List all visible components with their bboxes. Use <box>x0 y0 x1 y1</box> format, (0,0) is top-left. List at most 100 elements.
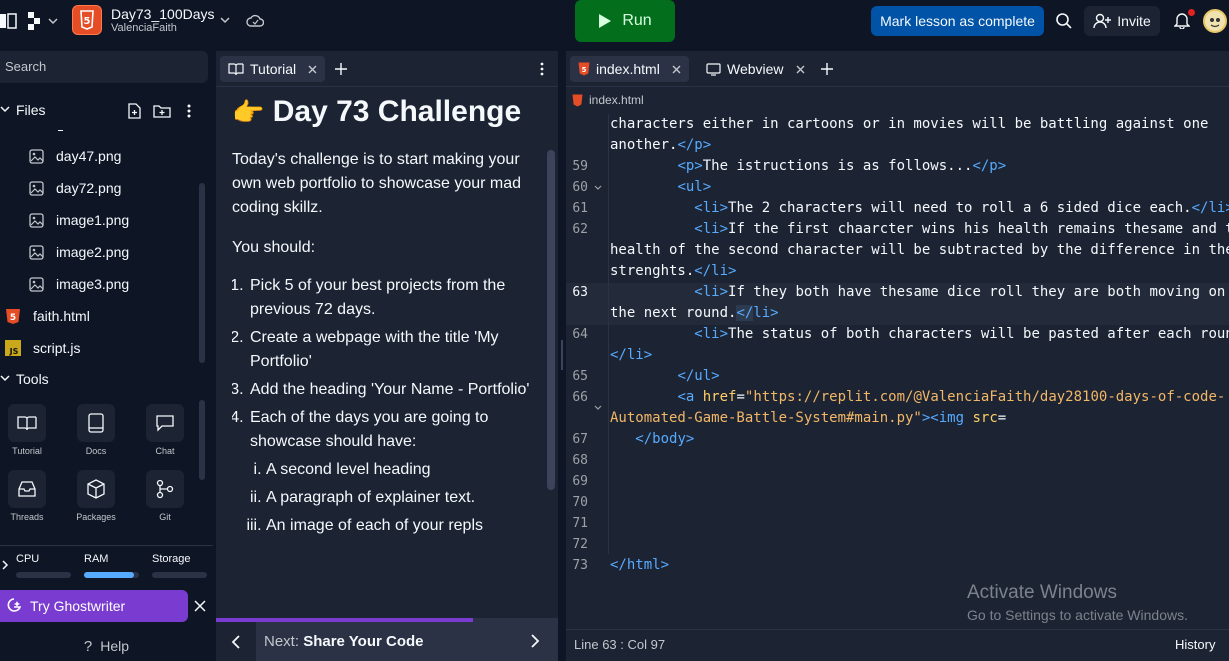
truncated-file-marker <box>58 130 63 131</box>
new-folder-icon[interactable] <box>153 103 171 119</box>
cloud-sync-icon[interactable] <box>246 13 264 29</box>
add-tab-icon[interactable] <box>820 62 834 76</box>
repl-owner[interactable]: ValenciaFaith <box>111 22 177 34</box>
sidebar-toggle-icon[interactable] <box>0 12 18 30</box>
tool-label: Docs <box>85 446 107 456</box>
file-name: script.js <box>33 340 81 356</box>
line-number: 72 <box>572 537 588 552</box>
file-item[interactable]: image1.png <box>0 204 200 236</box>
file-item[interactable]: JS script.js <box>0 332 200 364</box>
file-item[interactable]: image3.png <box>0 268 200 300</box>
run-button[interactable]: Run <box>575 0 675 42</box>
tutorial-scrollbar[interactable] <box>547 150 555 490</box>
fold-chevron-icon[interactable] <box>594 405 602 411</box>
breadcrumb[interactable]: index.html <box>572 93 644 107</box>
chevron-right-icon[interactable] <box>530 634 540 648</box>
cpu-label: CPU <box>16 553 40 565</box>
close-icon[interactable] <box>194 600 206 612</box>
close-icon[interactable] <box>308 65 317 74</box>
tool-threads[interactable] <box>8 470 46 508</box>
file-name: day72.png <box>56 180 122 196</box>
tab-tutorial[interactable]: Tutorial <box>220 56 326 82</box>
tools-section-title[interactable]: Tools <box>16 371 49 387</box>
code-line: <li>The 2 characters will need to roll a… <box>694 200 1229 216</box>
tool-docs[interactable] <box>77 404 115 442</box>
invite-button[interactable]: Invite <box>1084 6 1160 36</box>
chevron-down-icon[interactable] <box>48 16 58 26</box>
step-text: Each of the days you are going to showca… <box>250 409 489 450</box>
line-number: 66 <box>572 390 588 405</box>
tool-git[interactable] <box>146 470 184 508</box>
tab-index-html[interactable]: 5 index.html <box>570 56 689 82</box>
tab-label: Webview <box>727 61 784 77</box>
try-ghostwriter-button[interactable]: Try Ghostwriter <box>0 590 188 622</box>
close-icon[interactable] <box>672 65 681 74</box>
chevron-down-icon[interactable] <box>0 373 10 383</box>
add-tab-icon[interactable] <box>334 62 348 76</box>
line-number: 63 <box>572 285 588 300</box>
activate-windows-subtitle: Go to Settings to activate Windows. <box>967 607 1188 623</box>
code-line: <ul> <box>677 179 712 195</box>
code-line: <li>If the first chaarcter wins his heal… <box>694 221 1229 237</box>
top-bar: 5 Day73_100Days ValenciaFaith Run Mark l… <box>0 0 1229 42</box>
next-lesson-label[interactable]: Next: Share Your Code <box>264 633 424 650</box>
image-file-icon <box>29 276 44 292</box>
line-number: 67 <box>572 432 588 447</box>
image-file-icon <box>29 148 44 164</box>
line-number: 71 <box>572 516 588 531</box>
tools-scrollbar[interactable] <box>199 400 205 480</box>
chevron-down-icon[interactable] <box>0 104 10 114</box>
code-editor[interactable]: characters either in cartoons or in movi… <box>566 114 1229 584</box>
tool-label: Chat <box>155 446 175 456</box>
code-line: <a href="https://replit.com/@ValenciaFai… <box>677 389 1226 405</box>
line-number: 59 <box>572 159 588 174</box>
line-number: 62 <box>572 222 588 237</box>
file-item[interactable]: day72.png <box>0 172 200 204</box>
code-line: <li>The status of both characters will b… <box>694 326 1229 342</box>
new-file-icon[interactable] <box>126 103 142 119</box>
image-file-icon <box>29 180 44 196</box>
code-line: health of the second character will be s… <box>610 242 1229 258</box>
search-input[interactable]: Search <box>0 51 208 83</box>
replit-logo-icon[interactable] <box>26 12 42 30</box>
book-icon <box>17 414 37 432</box>
fold-chevron-icon[interactable] <box>594 185 602 191</box>
chevron-down-icon[interactable] <box>220 15 230 25</box>
tutorial-title: Day 73 Challenge <box>272 95 522 128</box>
code-line: </body> <box>635 431 695 447</box>
avatar[interactable] <box>1203 9 1227 33</box>
close-icon[interactable] <box>796 65 805 74</box>
previous-button[interactable] <box>216 622 256 661</box>
files-section-title[interactable]: Files <box>16 102 46 118</box>
activate-windows-title: Activate Windows <box>967 582 1117 603</box>
tool-tutorial[interactable] <box>8 404 46 442</box>
tool-label: Packages <box>76 512 116 522</box>
cursor-position[interactable]: Line 63 : Col 97 <box>574 637 665 652</box>
help-button[interactable]: ? Help <box>0 632 213 660</box>
tab-webview[interactable]: Webview <box>698 56 813 82</box>
sidebar-scrollbar[interactable] <box>199 183 205 363</box>
file-item[interactable]: day47.png <box>0 140 200 172</box>
tutorial-you-should: You should: <box>232 239 316 256</box>
file-item[interactable]: image2.png <box>0 236 200 268</box>
line-number: 65 <box>572 369 588 384</box>
chevron-right-icon[interactable] <box>0 560 10 570</box>
next-title: Share Your Code <box>303 633 424 650</box>
steps-list: Pick 5 of your best projects from the pr… <box>232 274 537 538</box>
code-line: another.</p> <box>610 137 712 153</box>
file-item[interactable]: 5 faith.html <box>0 300 200 332</box>
tool-packages[interactable] <box>77 470 115 508</box>
pane-resize-handle[interactable] <box>561 340 563 370</box>
more-options-icon[interactable] <box>540 62 544 76</box>
divider <box>0 545 213 546</box>
list-item: A second level heading <box>266 458 537 482</box>
mark-lesson-complete-button[interactable]: Mark lesson as complete <box>871 6 1044 36</box>
image-file-icon <box>29 244 44 260</box>
repl-name[interactable]: Day73_100Days <box>111 6 215 22</box>
search-icon[interactable] <box>1055 12 1073 30</box>
tool-chat[interactable] <box>146 404 184 442</box>
more-options-icon[interactable] <box>186 103 192 119</box>
inbox-icon <box>17 480 37 498</box>
list-item: Add the heading 'Your Name - Portfolio' <box>248 378 537 402</box>
history-button[interactable]: History <box>1175 637 1215 652</box>
